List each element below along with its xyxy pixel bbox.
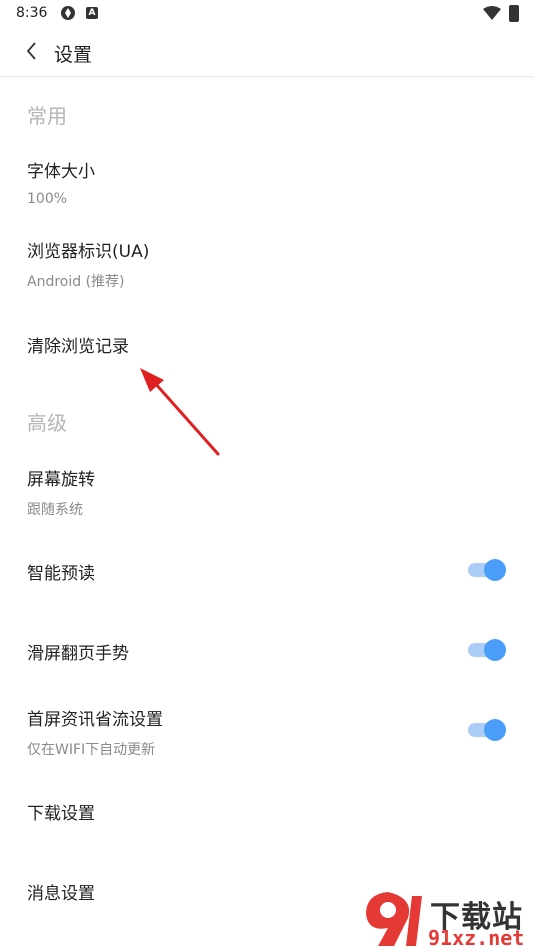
toggle-thumb — [484, 559, 506, 581]
page-title: 设置 — [54, 44, 93, 66]
back-arrow-icon[interactable] — [22, 40, 44, 62]
setting-smart-preread[interactable]: 智能预读 — [0, 545, 534, 600]
status-time: 8:36 — [16, 5, 48, 21]
setting-data-saver[interactable]: 首屏资讯省流设置 仅在WIFI下自动更新 — [0, 693, 534, 768]
app-notification-icon — [61, 6, 75, 20]
battery-icon — [509, 5, 519, 22]
a-notification-icon: A — [86, 7, 98, 19]
setting-value: 跟随系统 — [27, 502, 83, 518]
annotation-arrow — [140, 368, 220, 456]
swipe-gesture-toggle[interactable] — [466, 638, 508, 662]
wifi-icon — [483, 6, 501, 20]
setting-title: 屏幕旋转 — [27, 470, 95, 490]
data-saver-toggle[interactable] — [466, 718, 508, 742]
setting-title: 清除浏览记录 — [27, 337, 129, 357]
smart-preread-toggle[interactable] — [466, 558, 508, 582]
setting-swipe-gesture[interactable]: 滑屏翻页手势 — [0, 625, 534, 680]
setting-screen-rotation[interactable]: 屏幕旋转 跟随系统 — [0, 453, 534, 528]
toggle-thumb — [484, 719, 506, 741]
toggle-thumb — [484, 639, 506, 661]
setting-value: Android (推荐) — [27, 274, 125, 290]
watermark: 下载站 91xz.net — [358, 888, 534, 950]
watermark-url: 91xz.net — [428, 926, 525, 950]
setting-title: 智能预读 — [27, 564, 95, 584]
setting-subtitle: 仅在WIFI下自动更新 — [27, 742, 156, 758]
setting-download[interactable]: 下载设置 — [0, 785, 534, 840]
setting-font-size[interactable]: 字体大小 100% — [0, 145, 534, 220]
app-bar: 设置 — [0, 28, 534, 77]
setting-title: 首屏资讯省流设置 — [27, 710, 163, 730]
status-bar: 8:36 A — [0, 0, 534, 28]
setting-title: 字体大小 — [27, 162, 95, 182]
setting-title: 滑屏翻页手势 — [27, 644, 129, 664]
setting-clear-history[interactable]: 清除浏览记录 — [0, 315, 534, 375]
setting-title: 下载设置 — [27, 804, 95, 824]
setting-user-agent[interactable]: 浏览器标识(UA) Android (推荐) — [0, 225, 534, 300]
section-header-common: 常用 — [27, 104, 67, 128]
setting-value: 100% — [27, 191, 68, 207]
setting-title: 浏览器标识(UA) — [27, 242, 150, 262]
watermark-logo-icon — [366, 892, 422, 946]
setting-title: 消息设置 — [27, 884, 95, 904]
section-header-advanced: 高级 — [27, 411, 67, 435]
